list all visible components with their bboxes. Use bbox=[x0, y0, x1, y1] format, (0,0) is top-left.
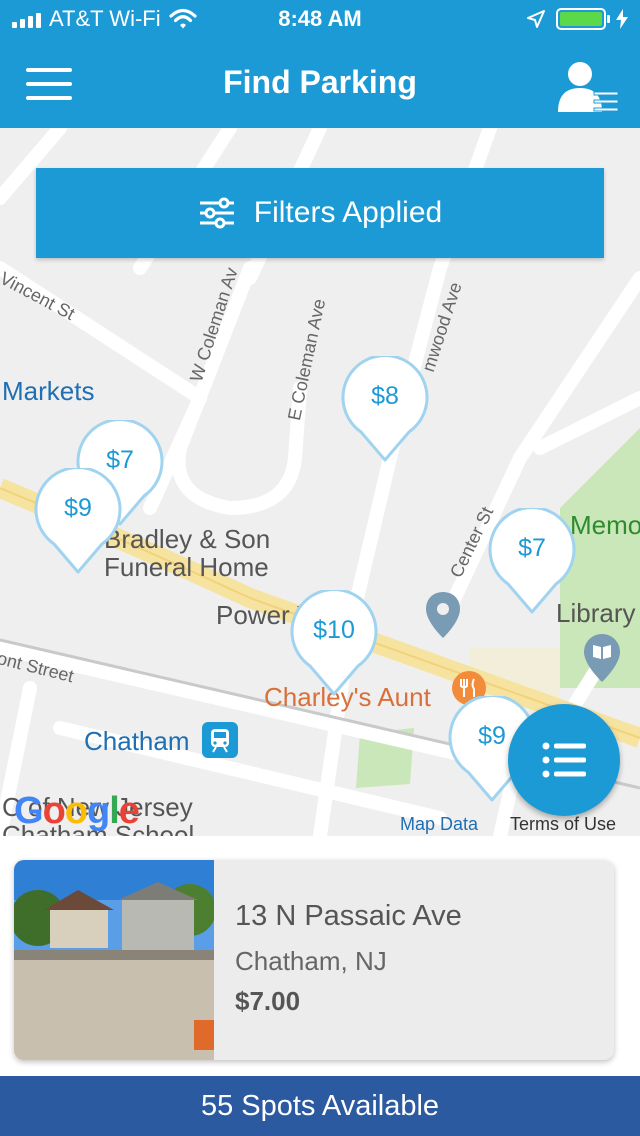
poi-marker-icon[interactable] bbox=[424, 590, 462, 640]
listing-photo bbox=[14, 860, 214, 1060]
place-funeral-home-line2: Funeral Home bbox=[104, 552, 269, 582]
price-pin-10[interactable]: $10 bbox=[288, 590, 380, 698]
place-memorial: Memo bbox=[570, 510, 640, 540]
map-data-link[interactable]: Map Data bbox=[400, 814, 478, 835]
list-view-button[interactable] bbox=[508, 704, 620, 816]
status-bar: AT&T Wi-Fi 8:48 AM bbox=[0, 0, 640, 40]
filters-label: Filters Applied bbox=[253, 196, 443, 229]
listing-address: 13 N Passaic Ave bbox=[235, 900, 462, 932]
place-chatham-station: Chatham bbox=[84, 726, 190, 756]
list-icon bbox=[542, 742, 586, 778]
map-view[interactable]: Vincent St W Coleman Av E Coleman Ave mw… bbox=[0, 128, 640, 836]
train-station-icon[interactable] bbox=[202, 722, 238, 758]
library-marker-icon[interactable] bbox=[582, 632, 622, 684]
place-markets: Markets bbox=[2, 376, 95, 406]
price-pin-8[interactable]: $8 bbox=[339, 356, 431, 464]
listing-city: Chatham, NJ bbox=[235, 946, 387, 976]
find-parking-screen: AT&T Wi-Fi 8:48 AM Find Parking Vincent … bbox=[0, 0, 640, 1136]
charging-bolt-icon bbox=[616, 9, 628, 29]
price-pin-7-b[interactable]: $7 bbox=[486, 508, 578, 616]
user-list-icon[interactable] bbox=[556, 58, 620, 114]
listing-card[interactable]: 13 N Passaic Ave Chatham, NJ $7.00 bbox=[14, 860, 614, 1060]
sliders-icon bbox=[199, 197, 234, 229]
terms-of-use-link[interactable]: Terms of Use bbox=[510, 814, 616, 835]
listing-price: $7.00 bbox=[235, 986, 301, 1016]
filters-applied-button[interactable]: Filters Applied bbox=[36, 168, 604, 258]
status-right bbox=[526, 8, 628, 30]
google-logo: Google bbox=[14, 790, 140, 832]
pin-price: $8 bbox=[371, 382, 399, 410]
spots-available-bar[interactable]: 55 Spots Available bbox=[0, 1076, 640, 1136]
battery-icon bbox=[556, 8, 610, 30]
pin-price: $9 bbox=[64, 494, 92, 522]
location-arrow-icon bbox=[527, 10, 545, 28]
pin-price: $7 bbox=[518, 534, 546, 562]
listing-area: 13 N Passaic Ave Chatham, NJ $7.00 bbox=[0, 836, 640, 1076]
page-title: Find Parking bbox=[223, 64, 417, 100]
app-header: Find Parking bbox=[0, 40, 640, 128]
pin-price: $10 bbox=[313, 616, 355, 644]
price-pin-9-a[interactable]: $9 bbox=[32, 468, 124, 576]
place-funeral-home-line1: Bradley & Son bbox=[104, 524, 271, 554]
